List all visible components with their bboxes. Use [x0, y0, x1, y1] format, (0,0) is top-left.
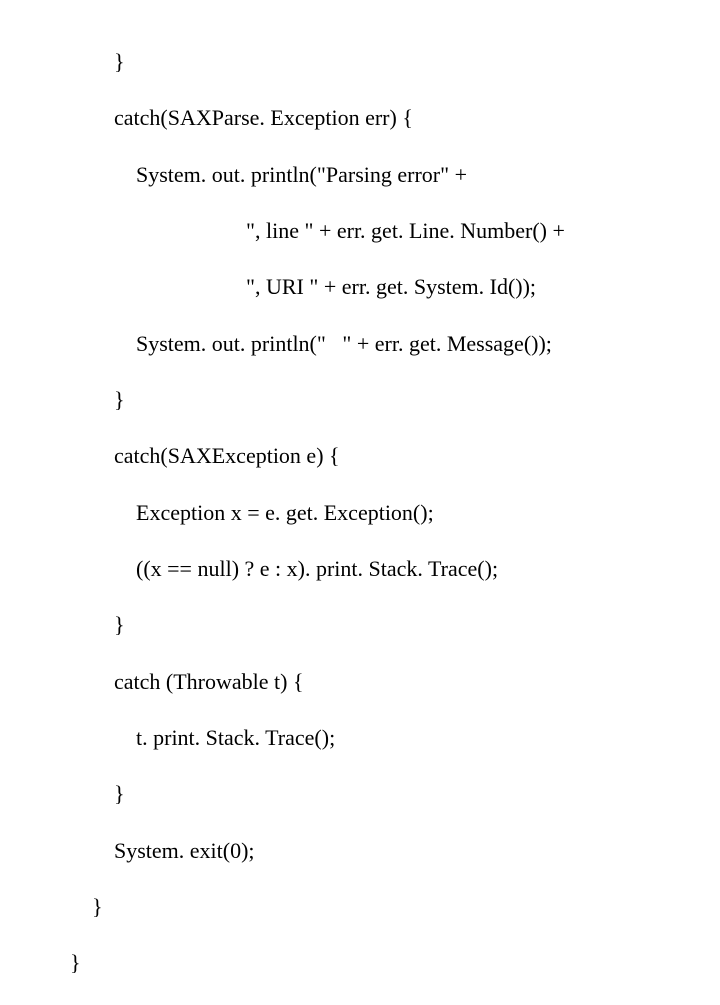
- code-line: ", line " + err. get. Line. Number() +: [70, 217, 720, 245]
- code-line: }: [70, 386, 720, 414]
- code-line: catch(SAXParse. Exception err) {: [70, 104, 720, 132]
- code-line: }: [70, 780, 720, 808]
- code-line: ((x == null) ? e : x). print. Stack. Tra…: [70, 555, 720, 583]
- code-line: catch (Throwable t) {: [70, 668, 720, 696]
- code-line: System. exit(0);: [70, 837, 720, 865]
- code-line: }: [70, 893, 720, 921]
- code-line: catch(SAXException e) {: [70, 442, 720, 470]
- code-line: t. print. Stack. Trace();: [70, 724, 720, 752]
- code-line: }: [70, 48, 720, 76]
- code-line: System. out. println("Parsing error" +: [70, 161, 720, 189]
- code-line: }: [70, 949, 720, 977]
- code-block: } catch(SAXParse. Exception err) { Syste…: [0, 0, 720, 1005]
- code-line: }: [70, 611, 720, 639]
- code-line: ", URI " + err. get. System. Id());: [70, 273, 720, 301]
- code-line: Exception x = e. get. Exception();: [70, 499, 720, 527]
- code-line: System. out. println(" " + err. get. Mes…: [70, 330, 720, 358]
